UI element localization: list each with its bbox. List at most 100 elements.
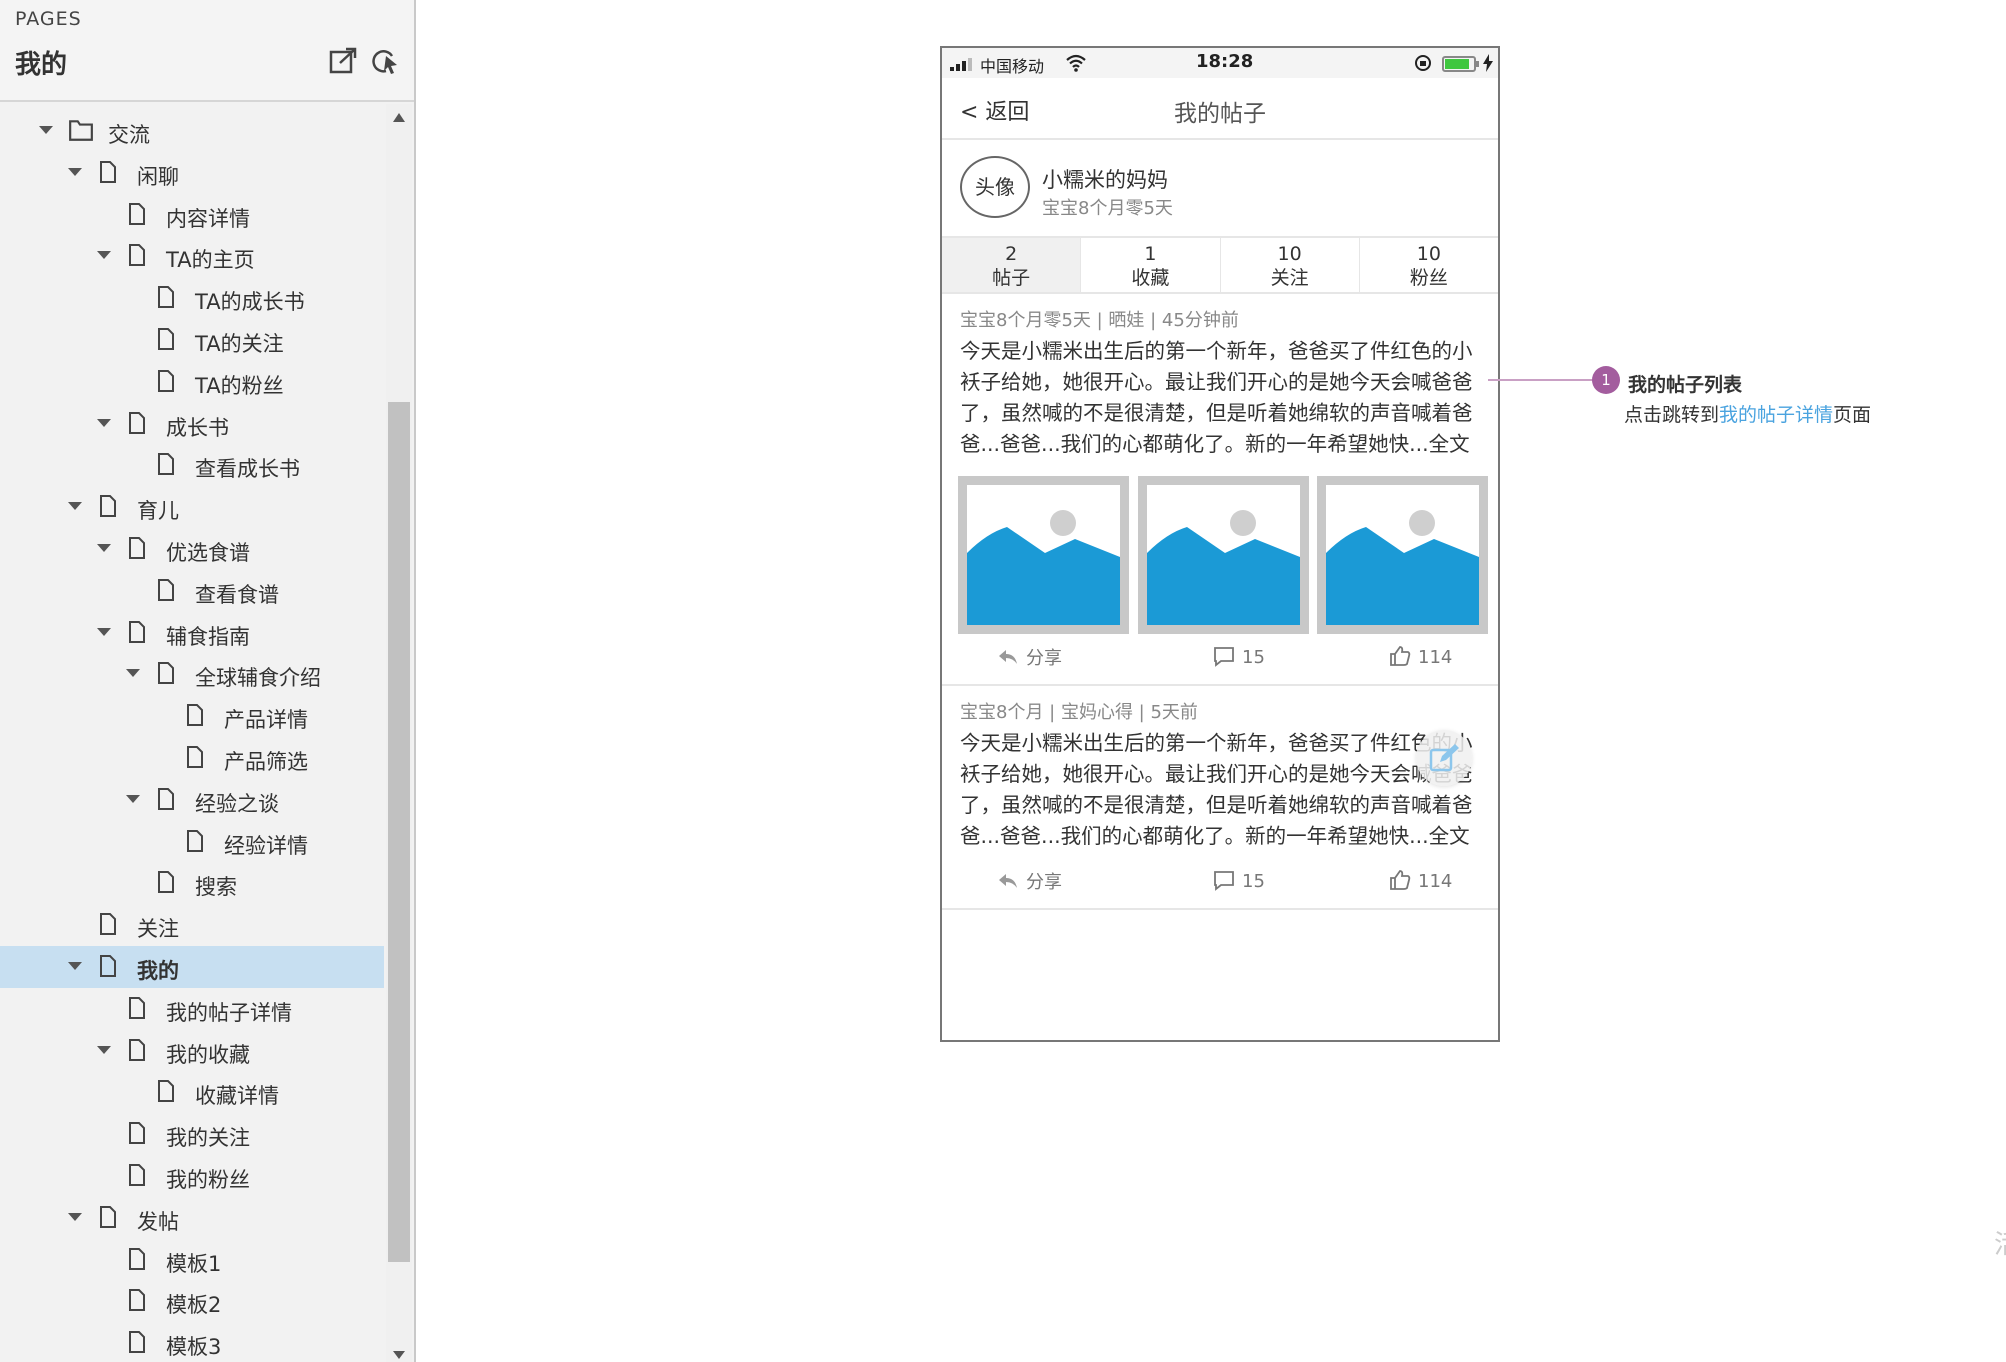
post-item[interactable]: 宝宝8个月零5天 | 晒娃 | 45分钟前 今天是小糯米出生后的第一个新年，爸爸… (942, 296, 1498, 686)
expand-arrow-icon[interactable] (36, 120, 56, 140)
tree-item[interactable]: TA的主页 (0, 235, 384, 277)
tree-item-label: 我的收藏 (166, 1042, 250, 1067)
tree-item[interactable]: 查看成长书 (0, 444, 384, 486)
pages-scrollbar[interactable] (386, 104, 412, 1362)
post-body[interactable]: 今天是小糯米出生后的第一个新年，爸爸买了件红色的小袄子给她，她很开心。最让我们开… (960, 728, 1490, 852)
page-icon (155, 870, 177, 894)
expand-arrow-icon[interactable] (94, 413, 114, 433)
expand-arrow-icon[interactable] (65, 162, 85, 182)
add-page-icon[interactable] (370, 46, 400, 76)
tree-item[interactable]: 模板2 (0, 1280, 384, 1322)
like-button[interactable]: 114 (1388, 644, 1452, 668)
tree-item[interactable]: 模板3 (0, 1322, 384, 1362)
tree-item[interactable]: TA的关注 (0, 319, 384, 361)
carrier-name: 中国移动 (980, 57, 1045, 76)
page-icon (126, 243, 148, 267)
expand-arrow-icon[interactable] (94, 1040, 114, 1060)
expand-arrow-icon[interactable] (94, 245, 114, 265)
tree-item[interactable]: 辅食指南 (0, 612, 384, 654)
export-page-icon[interactable] (328, 46, 358, 76)
annotation-link[interactable]: 我的帖子详情 (1719, 404, 1833, 426)
tree-item[interactable]: 关注 (0, 904, 384, 946)
tree-item[interactable]: 育儿 (0, 486, 384, 528)
expand-arrow-icon[interactable] (123, 663, 143, 683)
tree-item[interactable]: 我的 (0, 945, 384, 988)
avatar[interactable]: 头像 (960, 156, 1030, 218)
comment-icon (1214, 647, 1234, 667)
stat-posts[interactable]: 2 帖子 (942, 238, 1082, 292)
back-button[interactable]: < 返回 (960, 94, 1029, 126)
tree-item-label: TA的粉丝 (195, 373, 284, 398)
wifi-icon (1066, 54, 1086, 72)
scroll-up-icon[interactable] (391, 110, 407, 124)
profile-card[interactable]: 头像 小糯米的妈妈 宝宝8个月零5天 (942, 140, 1498, 238)
stat-fans[interactable]: 10 粉丝 (1360, 238, 1498, 292)
user-name: 小糯米的妈妈 (1042, 168, 1168, 192)
tree-item[interactable]: 搜索 (0, 862, 384, 904)
like-button[interactable]: 114 (1388, 868, 1452, 892)
tree-item[interactable]: 我的帖子详情 (0, 988, 384, 1030)
post-meta: 宝宝8个月零5天 | 晒娃 | 45分钟前 (960, 310, 1239, 331)
tree-item[interactable]: 内容详情 (0, 194, 384, 236)
tree-item[interactable]: 我的关注 (0, 1113, 384, 1155)
comment-icon (1214, 871, 1234, 891)
pages-panel-header: PAGES 我的 (0, 0, 414, 102)
page-icon (97, 912, 119, 936)
tree-item[interactable]: 我的粉丝 (0, 1155, 384, 1197)
compose-post-button[interactable] (1416, 730, 1472, 786)
tree-item[interactable]: 产品详情 (0, 695, 384, 737)
tree-item[interactable]: 经验之谈 (0, 779, 384, 821)
expand-arrow-icon[interactable] (65, 1207, 85, 1227)
tree-item[interactable]: TA的成长书 (0, 277, 384, 319)
tree-item[interactable]: 经验详情 (0, 821, 384, 863)
app-window: PAGES 我的 交流 闲聊 内容详情 TA的主页 TA的成长书 TA的关注 TA的粉丝成长… (0, 0, 2006, 1362)
scroll-down-icon[interactable] (391, 1350, 407, 1360)
page-icon (155, 327, 177, 351)
expand-arrow-icon[interactable] (123, 789, 143, 809)
page-icon (126, 620, 148, 644)
page-icon (126, 1288, 148, 1312)
stat-favorites[interactable]: 1 收藏 (1081, 238, 1221, 292)
tree-item-label: 模板3 (166, 1335, 222, 1360)
page-icon (97, 494, 119, 518)
tree-item[interactable]: 优选食谱 (0, 528, 384, 570)
image-placeholder[interactable] (958, 476, 1129, 634)
share-button[interactable]: 分享 (996, 644, 1062, 670)
tree-item[interactable]: 发帖 (0, 1197, 384, 1239)
comment-button[interactable]: 15 (1212, 868, 1265, 892)
tree-item[interactable]: 模板1 (0, 1239, 384, 1281)
tree-item[interactable]: 全球辅食介绍 (0, 653, 384, 695)
expand-arrow-icon[interactable] (65, 956, 85, 976)
tree-item[interactable]: 成长书 (0, 403, 384, 445)
expand-arrow-icon[interactable] (94, 538, 114, 558)
expand-arrow-icon[interactable] (65, 496, 85, 516)
tree-item[interactable]: 查看食谱 (0, 570, 384, 612)
image-icon (967, 510, 1120, 625)
tree-item-label: 我的关注 (166, 1126, 250, 1151)
expand-arrow-icon[interactable] (94, 622, 114, 642)
post-body[interactable]: 今天是小糯米出生后的第一个新年，爸爸买了件红色的小袄子给她，她很开心。最让我们开… (960, 336, 1490, 460)
nav-bar: 我的帖子 < 返回 (942, 78, 1498, 140)
tree-item-label: 成长书 (166, 415, 229, 440)
annotation-badge: 1 (1592, 366, 1620, 394)
tree-item[interactable]: 我的收藏 (0, 1030, 384, 1072)
share-button[interactable]: 分享 (996, 868, 1062, 894)
scrollbar-thumb[interactable] (388, 402, 410, 1262)
pages-panel: PAGES 我的 交流 闲聊 内容详情 TA的主页 TA的成长书 TA的关注 TA的粉丝成长… (0, 0, 416, 1362)
tree-item[interactable]: TA的粉丝 (0, 361, 384, 403)
share-icon (999, 874, 1017, 888)
battery-icon (1442, 56, 1479, 72)
image-icon (1146, 510, 1300, 625)
corner-watermark: 活 (1994, 1226, 2006, 1264)
page-icon (155, 661, 177, 685)
stat-following[interactable]: 10 关注 (1221, 238, 1360, 292)
comment-button[interactable]: 15 (1212, 644, 1265, 668)
image-placeholder[interactable] (1317, 476, 1488, 634)
tree-item[interactable]: 产品筛选 (0, 737, 384, 779)
tree-item[interactable]: 交流 (0, 110, 384, 152)
image-placeholder[interactable] (1137, 476, 1309, 634)
post-item[interactable]: 宝宝8个月 | 宝妈心得 | 5天前 今天是小糯米出生后的第一个新年，爸爸买了件… (942, 688, 1498, 910)
tree-item[interactable]: 闲聊 (0, 152, 384, 194)
tree-item[interactable]: 收藏详情 (0, 1071, 384, 1113)
page-icon (126, 202, 148, 226)
